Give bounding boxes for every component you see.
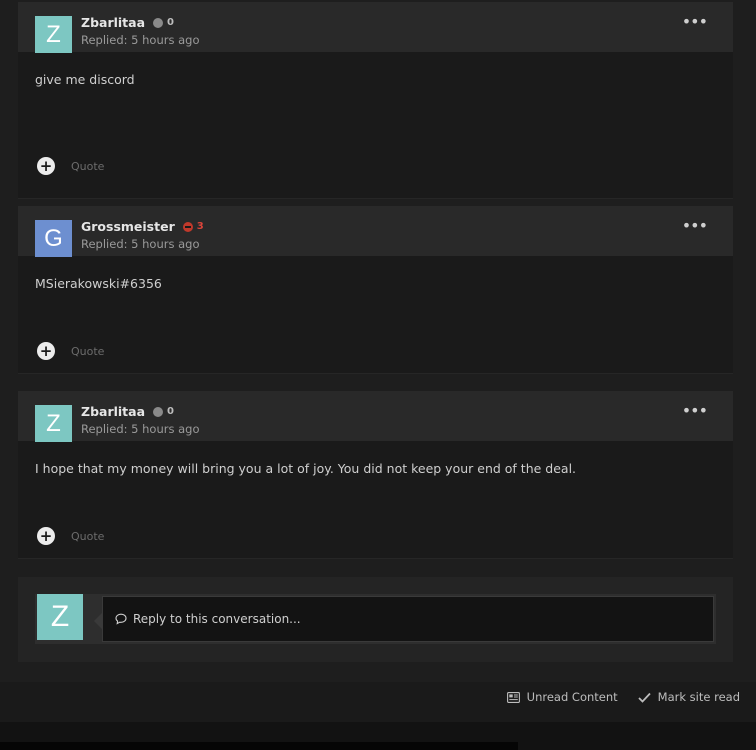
bottom-dark-band bbox=[0, 742, 518, 750]
reply-area: Z Reply to this conversation... bbox=[18, 577, 733, 662]
footer: Unread Content Mark site read bbox=[0, 682, 756, 722]
mark-site-read-link[interactable]: Mark site read bbox=[638, 690, 740, 704]
reputation-count: 0 bbox=[167, 406, 174, 417]
post-actions: + Quote bbox=[37, 157, 104, 175]
reply-placeholder: Reply to this conversation... bbox=[133, 612, 301, 626]
avatar: Z bbox=[37, 594, 83, 640]
post-actions: + Quote bbox=[37, 527, 104, 545]
mark-site-read-label: Mark site read bbox=[657, 690, 740, 704]
post-content: MSierakowski#6356 bbox=[35, 276, 162, 291]
reply-input[interactable]: Reply to this conversation... bbox=[102, 596, 714, 642]
quote-button[interactable]: Quote bbox=[71, 530, 104, 543]
plus-icon[interactable]: + bbox=[37, 157, 55, 175]
quote-button[interactable]: Quote bbox=[71, 160, 104, 173]
post-content: give me discord bbox=[35, 72, 135, 87]
post-actions: + Quote bbox=[37, 342, 104, 360]
post-2: G Grossmeister 3 Replied: 5 hours ago ••… bbox=[18, 206, 733, 374]
newspaper-icon bbox=[506, 691, 520, 703]
more-options-icon[interactable]: ••• bbox=[682, 12, 708, 31]
checkmark-icon bbox=[638, 692, 651, 703]
author-line: Zbarlitaa 0 bbox=[81, 404, 174, 419]
speech-bubble-icon bbox=[115, 613, 127, 625]
plus-icon[interactable]: + bbox=[37, 527, 55, 545]
author-name[interactable]: Grossmeister bbox=[81, 219, 175, 234]
avatar[interactable]: Z bbox=[35, 16, 72, 53]
author-name[interactable]: Zbarlitaa bbox=[81, 15, 145, 30]
post-1: Z Zbarlitaa 0 Replied: 5 hours ago ••• g… bbox=[18, 2, 733, 199]
avatar[interactable]: Z bbox=[35, 405, 72, 442]
post-3: Z Zbarlitaa 0 Replied: 5 hours ago ••• I… bbox=[18, 391, 733, 559]
reputation-neutral-icon bbox=[153, 406, 164, 417]
avatar[interactable]: G bbox=[35, 220, 72, 257]
quote-button[interactable]: Quote bbox=[71, 345, 104, 358]
reputation-count: 3 bbox=[196, 221, 204, 232]
unread-content-link[interactable]: Unread Content bbox=[506, 690, 618, 704]
reputation-count: 0 bbox=[167, 17, 174, 28]
post-content: I hope that my money will bring you a lo… bbox=[35, 461, 577, 476]
more-options-icon[interactable]: ••• bbox=[682, 401, 708, 420]
reply-timestamp: Replied: 5 hours ago bbox=[81, 33, 200, 47]
reply-pointer bbox=[94, 613, 102, 629]
reputation-negative-icon bbox=[182, 221, 193, 232]
reply-timestamp: Replied: 5 hours ago bbox=[81, 422, 200, 436]
author-name[interactable]: Zbarlitaa bbox=[81, 404, 145, 419]
plus-icon[interactable]: + bbox=[37, 342, 55, 360]
author-line: Grossmeister 3 bbox=[81, 219, 204, 234]
footer-links: Unread Content Mark site read bbox=[506, 690, 740, 704]
unread-content-label: Unread Content bbox=[526, 690, 618, 704]
more-options-icon[interactable]: ••• bbox=[682, 216, 708, 235]
reputation-neutral-icon bbox=[153, 17, 164, 28]
author-line: Zbarlitaa 0 bbox=[81, 15, 174, 30]
reply-timestamp: Replied: 5 hours ago bbox=[81, 237, 200, 251]
